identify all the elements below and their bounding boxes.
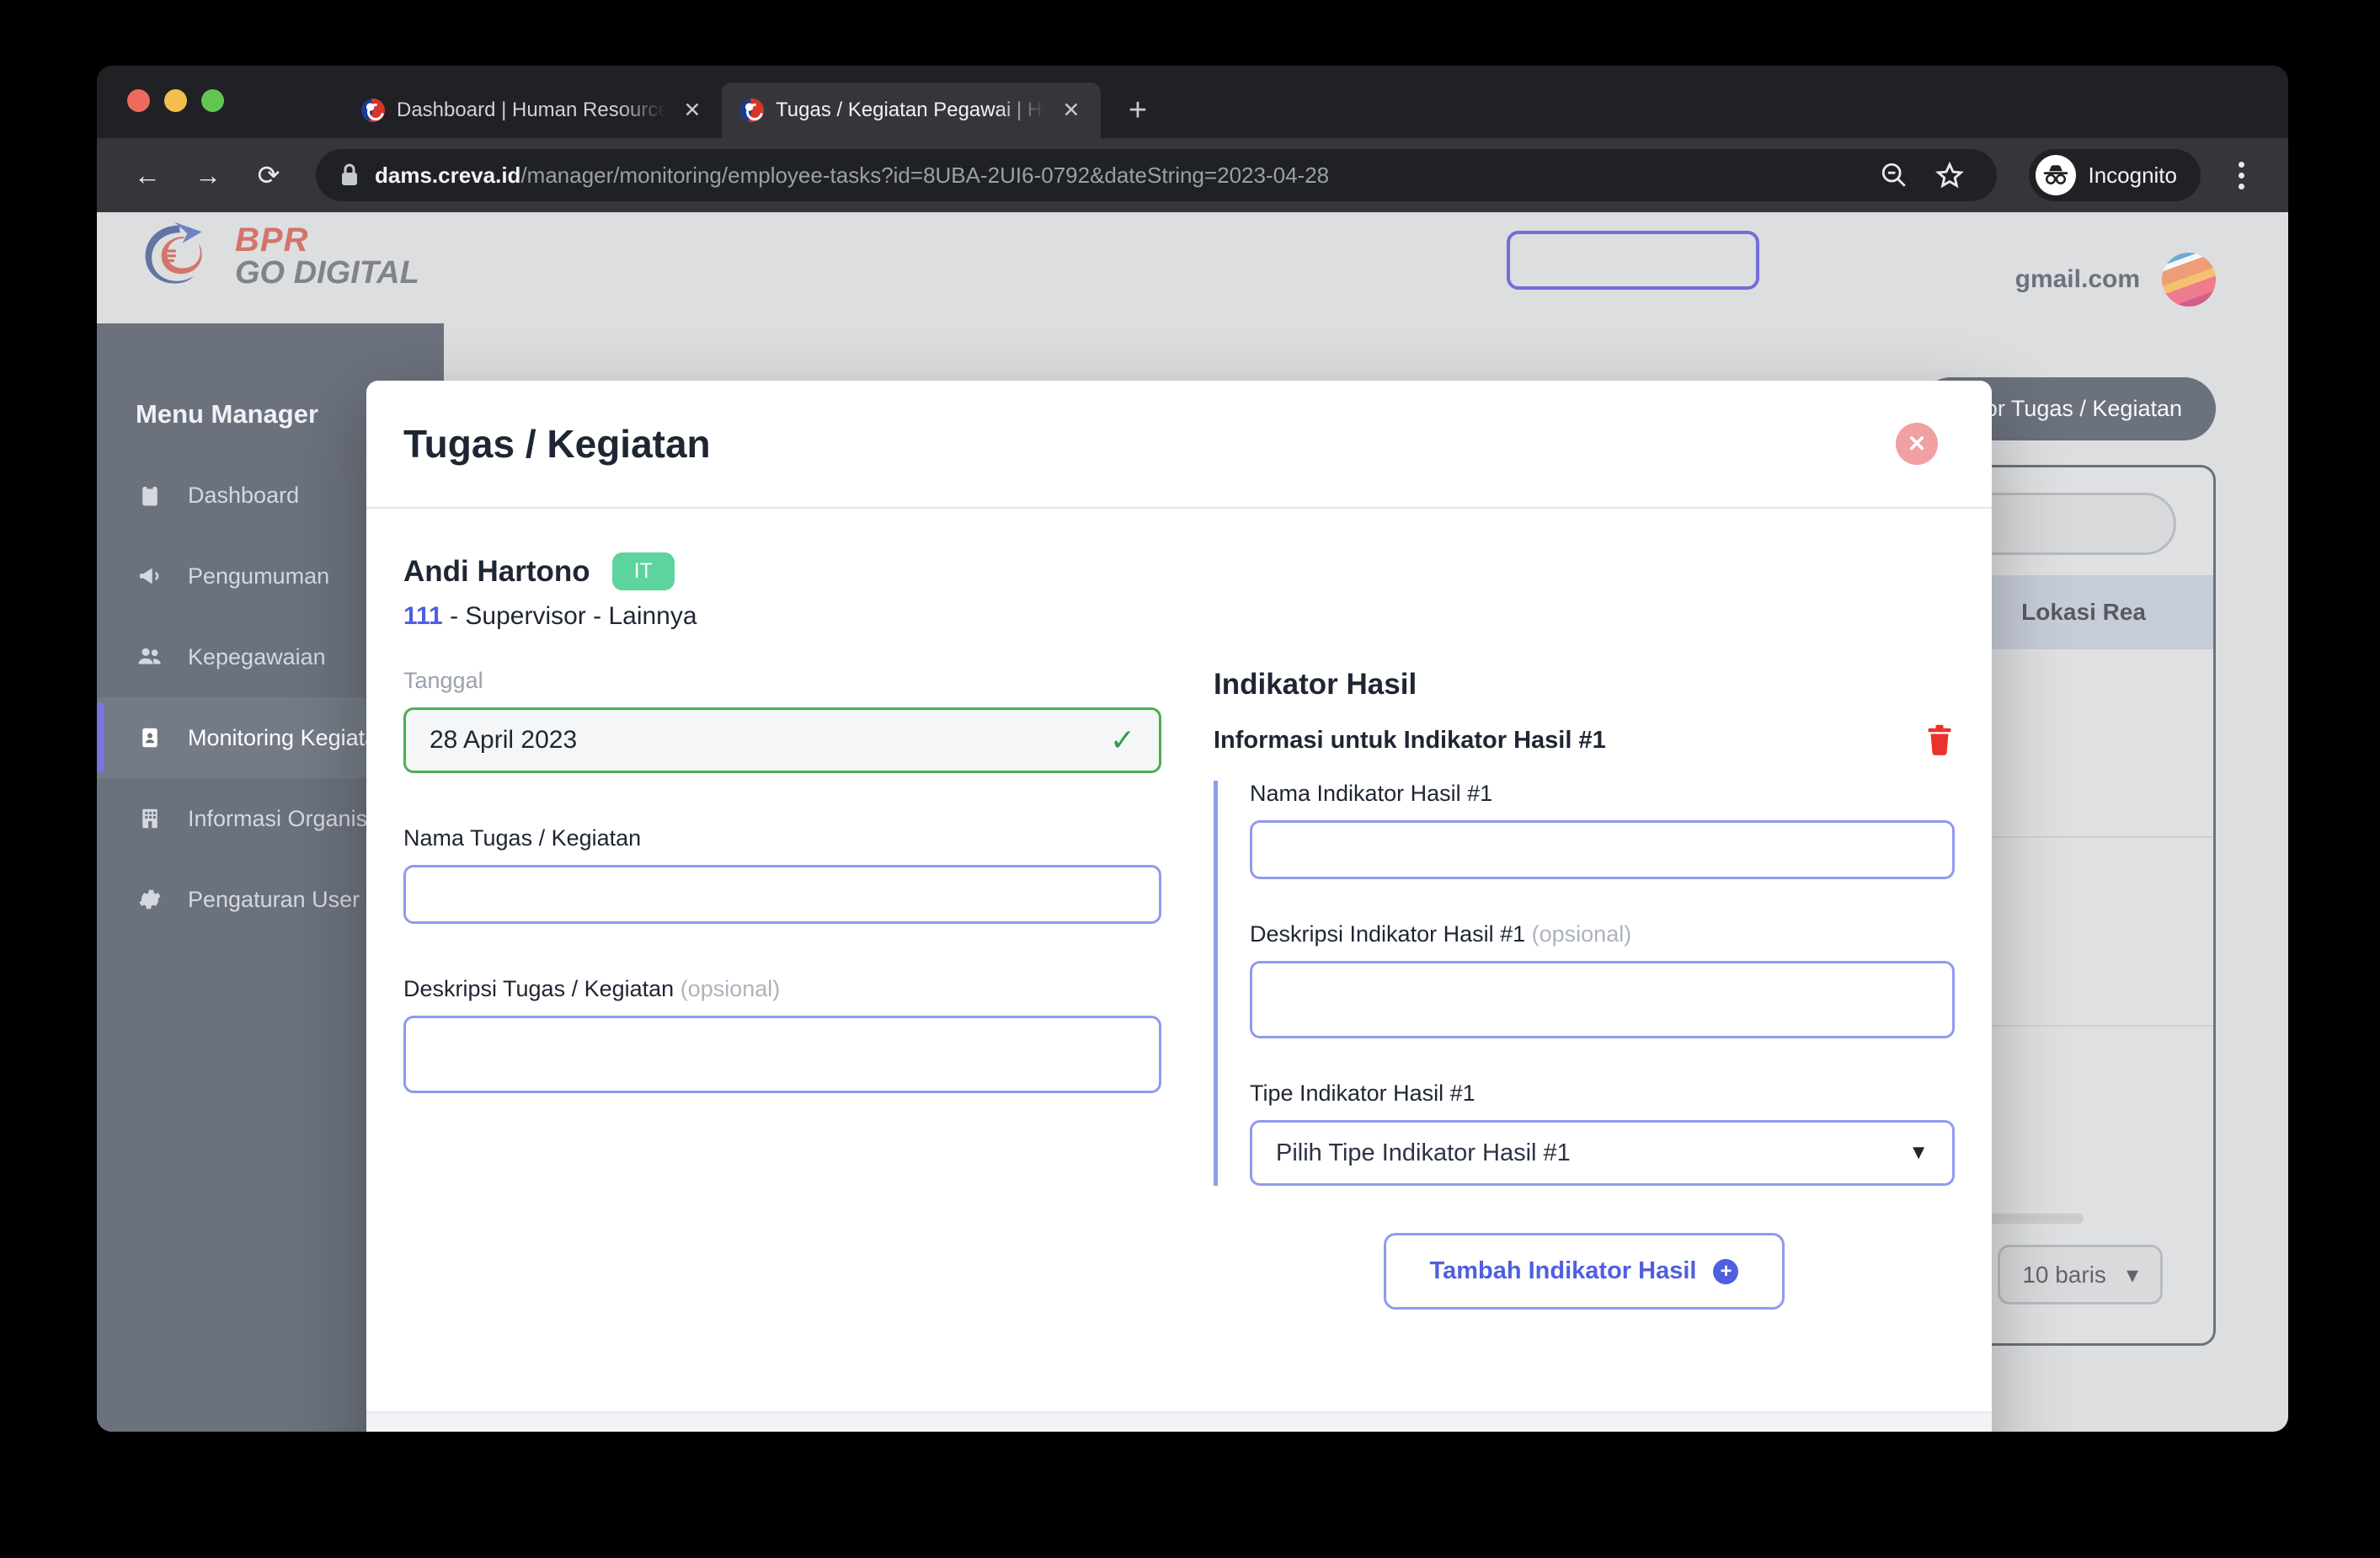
browser-window: Dashboard | Human Resource | ✕ Tugas / K…	[97, 66, 2288, 1432]
indicator-name-input[interactable]	[1250, 820, 1955, 879]
modal-footer: ✓ Submit	[366, 1411, 1992, 1432]
employee-position: - Supervisor - Lainnya	[442, 602, 697, 630]
incognito-icon	[2036, 155, 2077, 195]
indicator-name-label: Nama Indikator Hasil #1	[1250, 781, 1493, 806]
close-window-button[interactable]	[127, 89, 150, 112]
url-text: dams.creva.id/manager/monitoring/employe…	[375, 163, 1329, 189]
indicator-desc-label: Deskripsi Indikator Hasil #1 (opsional)	[1250, 921, 1632, 947]
url-path: /manager/monitoring/employee-tasks?id=8U…	[520, 162, 1330, 188]
task-name-label: Nama Tugas / Kegiatan	[403, 825, 642, 851]
optional-hint: (opsional)	[680, 976, 781, 1001]
modal-header: Tugas / Kegiatan ✕	[366, 381, 1992, 509]
indicator-section-title: Indikator Hasil	[1214, 668, 1417, 701]
employee-summary: Andi Hartono IT	[403, 552, 1955, 590]
indicator-header: Informasi untuk Indikator Hasil #1	[1214, 723, 1955, 757]
trash-icon[interactable]	[1924, 723, 1955, 757]
employee-id: 111	[403, 602, 443, 630]
lock-icon	[339, 163, 360, 188]
check-icon: ✓	[1109, 723, 1135, 757]
close-icon[interactable]: ✕	[1057, 96, 1086, 125]
add-indicator-label: Tambah Indikator Hasil	[1429, 1257, 1697, 1284]
task-desc-label: Deskripsi Tugas / Kegiatan (opsional)	[403, 976, 781, 1001]
tab-strip: Dashboard | Human Resource | ✕ Tugas / K…	[97, 66, 2288, 138]
forward-button[interactable]: →	[181, 148, 235, 202]
bpr-logo-icon	[740, 99, 764, 122]
optional-hint: (opsional)	[1531, 921, 1632, 947]
indicator-column: Indikator Hasil Informasi untuk Indikato…	[1214, 668, 1955, 1310]
browser-tab-2[interactable]: Tugas / Kegiatan Pegawai | Hum ✕	[722, 83, 1101, 138]
plus-icon: +	[1713, 1258, 1739, 1284]
indicator-type-value: Pilih Tipe Indikator Hasil #1	[1276, 1139, 1571, 1166]
employee-name: Andi Hartono	[403, 554, 590, 588]
tab-list: Dashboard | Human Resource | ✕ Tugas / K…	[343, 83, 1163, 138]
indicator-fields-group: Nama Indikator Hasil #1 Deskripsi Indika…	[1214, 781, 1955, 1186]
indicator-description-input[interactable]	[1250, 961, 1955, 1038]
date-input[interactable]: 28 April 2023 ✓	[403, 707, 1161, 773]
date-label: Tanggal	[403, 668, 483, 693]
search-icon[interactable]	[1870, 152, 1918, 199]
maximize-window-button[interactable]	[201, 89, 224, 112]
minimize-window-button[interactable]	[164, 89, 187, 112]
date-value: 28 April 2023	[430, 726, 578, 754]
url-domain: dams.creva.id	[375, 162, 521, 188]
bookmark-star-icon[interactable]	[1926, 152, 1973, 199]
modal-body: Andi Hartono IT 111 - Supervisor - Lainn…	[366, 509, 1992, 1411]
address-bar[interactable]: dams.creva.id/manager/monitoring/employe…	[316, 149, 1998, 201]
browser-menu-button[interactable]	[2217, 149, 2265, 201]
department-badge: IT	[611, 552, 675, 590]
incognito-indicator[interactable]: Incognito	[2029, 149, 2201, 201]
window-controls	[127, 89, 224, 112]
add-indicator-button[interactable]: Tambah Indikator Hasil +	[1383, 1233, 1785, 1310]
reload-button[interactable]: ⟳	[242, 148, 296, 202]
bpr-logo-icon	[361, 99, 385, 122]
page-viewport: Menu Manager Dashboard Pengumuman Kepega…	[97, 212, 2288, 1432]
new-tab-button[interactable]: +	[1113, 85, 1163, 136]
indicator-type-select[interactable]: Pilih Tipe Indikator Hasil #1 ▼	[1250, 1120, 1955, 1186]
close-icon[interactable]: ✕	[678, 96, 707, 125]
task-modal: Tugas / Kegiatan ✕ Andi Hartono IT 111 -…	[366, 381, 1992, 1432]
omnibox-actions	[1870, 152, 1973, 199]
browser-tab-1[interactable]: Dashboard | Human Resource | ✕	[343, 83, 722, 138]
modal-title: Tugas / Kegiatan	[403, 422, 711, 466]
back-button[interactable]: ←	[120, 148, 174, 202]
indicator-type-label: Tipe Indikator Hasil #1	[1250, 1080, 1475, 1106]
task-description-input[interactable]	[403, 1016, 1161, 1093]
task-name-input[interactable]	[403, 865, 1161, 924]
modal-columns: Tanggal 28 April 2023 ✓ Nama Tugas / Keg…	[403, 668, 1955, 1310]
indicator-info-label: Informasi untuk Indikator Hasil #1	[1214, 726, 1606, 754]
employee-detail: 111 - Supervisor - Lainnya	[403, 602, 1955, 631]
incognito-label: Incognito	[2088, 162, 2177, 188]
close-icon[interactable]: ✕	[1896, 423, 1938, 465]
tab-title: Tugas / Kegiatan Pegawai | Hum	[776, 99, 1045, 121]
browser-toolbar: ← → ⟳ dams.creva.id/manager/monitoring/e…	[97, 138, 2288, 212]
task-form-column: Tanggal 28 April 2023 ✓ Nama Tugas / Keg…	[403, 668, 1161, 1310]
chevron-down-icon: ▼	[1908, 1141, 1929, 1164]
tab-title: Dashboard | Human Resource |	[397, 99, 666, 121]
